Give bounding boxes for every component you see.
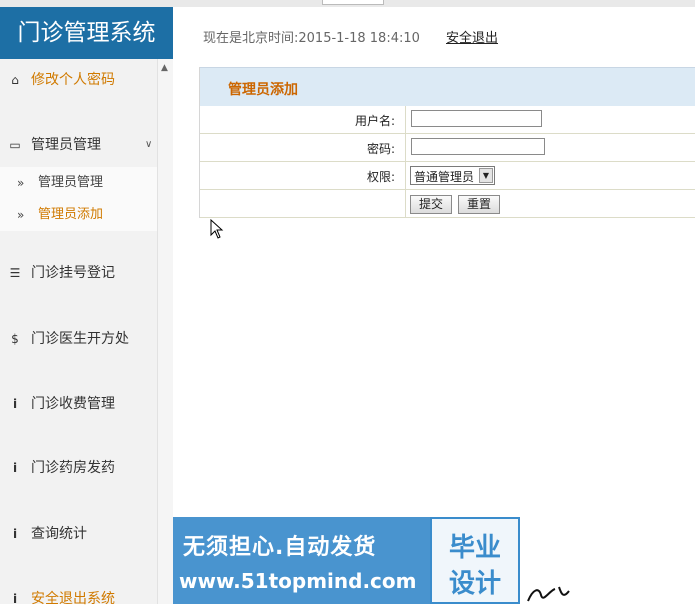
current-time: 现在是北京时间:2015-1-18 18:4:10 [203,31,420,46]
sidebar-item-label: 门诊医生开方处 [31,331,129,347]
scroll-up-icon[interactable]: ▲ [161,63,168,73]
sidebar: ⌂ 修改个人密码 ▭ 管理员管理 ∨ » 管理员管理 » 管理员添加 ☰ 门诊挂… [0,59,173,607]
submit-button[interactable]: 提交 [410,195,452,214]
sidebar-item-statistics[interactable]: i 查询统计 [0,519,157,549]
scribble-mark [527,586,570,602]
role-select[interactable]: 普通管理员 ▼ [410,166,495,185]
dropdown-arrow-icon[interactable]: ▼ [479,168,493,183]
role-row: 权限: 普通管理员 ▼ [200,162,695,190]
info-icon: i [12,461,18,475]
reset-button[interactable]: 重置 [458,195,500,214]
watermark-url: www.51topmind.com [179,569,417,593]
watermark: 无须担心.自动发货 www.51topmind.com 毕业 设计 [173,517,520,604]
sub-item-label: 管理员添加 [38,207,104,222]
watermark-banner: 无须担心.自动发货 www.51topmind.com [173,517,430,604]
column-divider [405,190,406,217]
actions-row: 提交 重置 [200,190,695,218]
info-icon: i [12,397,18,411]
mouse-cursor-icon [210,219,224,239]
panel-title: 管理员添加 [228,82,298,98]
column-divider [405,162,406,189]
sidebar-item-label: 修改个人密码 [31,72,115,88]
password-row: 密码: [200,134,695,162]
username-label: 用户名: [354,114,395,128]
info-icon: i [12,592,18,606]
panel-title-bar: 管理员添加 [200,67,695,106]
info-icon: i [12,527,18,541]
address-bar[interactable] [322,0,384,5]
app-logo: 门诊管理系统 [0,7,173,59]
role-selected-value: 普通管理员 [414,170,475,184]
column-divider [405,106,406,133]
sidebar-scrollbar[interactable]: ▲ [157,59,173,604]
sidebar-item-registration[interactable]: ☰ 门诊挂号登记 [0,258,157,288]
admin-submenu: » 管理员管理 » 管理员添加 [0,167,157,231]
home-icon: ⌂ [11,73,19,87]
sidebar-item-label: 门诊药房发药 [31,460,115,476]
logout-link[interactable]: 安全退出 [446,27,498,46]
role-label: 权限: [366,170,395,184]
watermark-badge: 毕业 设计 [430,517,520,604]
double-chevron-right-icon: » [17,208,25,222]
sidebar-item-pharmacy[interactable]: i 门诊药房发药 [0,453,157,483]
sidebar-item-label: 门诊挂号登记 [31,265,115,281]
sidebar-item-label: 管理员管理 [31,137,101,153]
watermark-badge-bottom: 设计 [448,569,501,599]
column-divider [405,134,406,161]
sidebar-item-admin-manage[interactable]: ▭ 管理员管理 ∨ [0,130,157,160]
sub-item-admin-add[interactable]: » 管理员添加 [0,201,157,229]
sidebar-item-label: 安全退出系统 [31,591,115,607]
sidebar-item-billing[interactable]: i 门诊收费管理 [0,389,157,419]
sub-item-label: 管理员管理 [38,175,104,190]
sub-item-admin-manage[interactable]: » 管理员管理 [0,169,157,197]
admin-add-panel: 管理员添加 用户名: 密码: 权限: 普通管理员 ▼ 提交 重置 [199,67,695,218]
header: 现在是北京时间:2015-1-18 18:4:10 安全退出 [173,7,695,59]
watermark-badge-top: 毕业 [448,533,501,563]
list-icon: ☰ [9,266,21,280]
sidebar-item-change-password[interactable]: ⌂ 修改个人密码 [0,65,157,95]
password-label: 密码: [366,142,395,156]
chevron-down-icon: ∨ [145,139,153,150]
sidebar-item-exit[interactable]: i 安全退出系统 [0,584,157,614]
username-row: 用户名: [200,106,695,134]
password-input[interactable] [411,138,545,155]
dollar-icon: $ [11,332,19,346]
sidebar-item-label: 查询统计 [31,526,87,542]
username-input[interactable] [411,110,542,127]
sidebar-item-label: 门诊收费管理 [31,396,115,412]
watermark-slogan: 无须担心.自动发货 [183,535,377,560]
inbox-icon: ▭ [9,138,21,152]
sidebar-item-prescription[interactable]: $ 门诊医生开方处 [0,324,157,354]
double-chevron-right-icon: » [17,176,25,190]
